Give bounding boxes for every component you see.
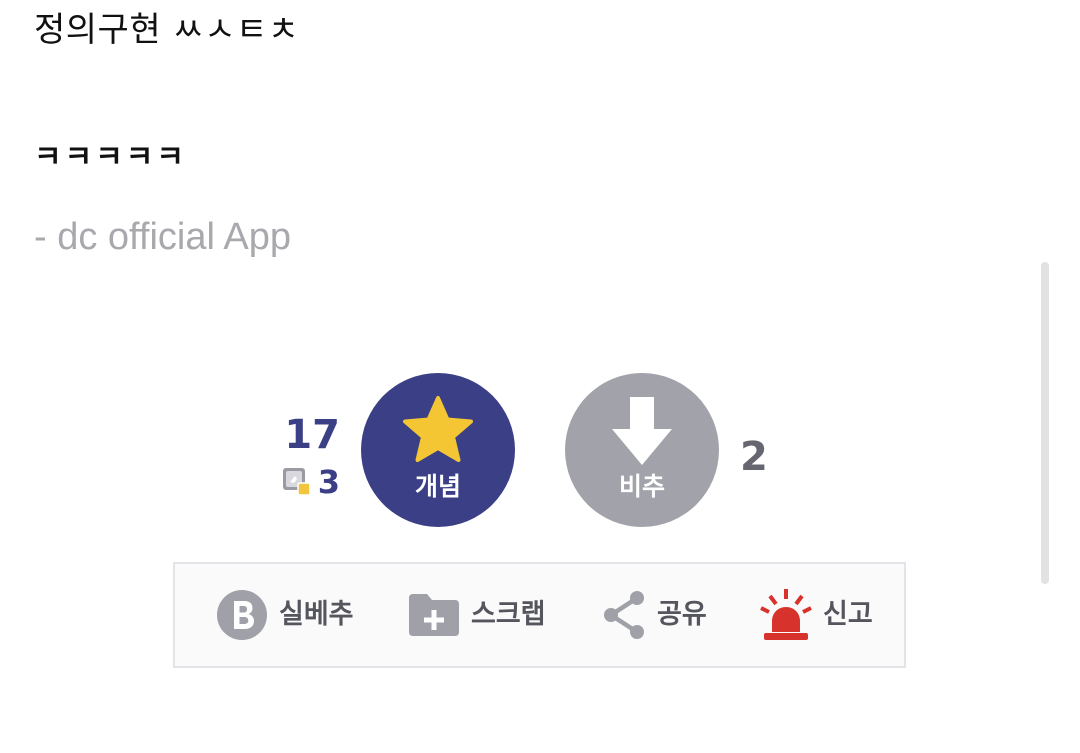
upvote-count: 17	[284, 412, 340, 458]
downvote-button[interactable]: 비추	[565, 373, 719, 527]
folder-plus-icon	[409, 594, 459, 636]
share-button[interactable]: 공유	[601, 564, 707, 666]
post-text-line-2: ㅋㅋㅋㅋㅋ	[34, 140, 187, 175]
scrollbar[interactable]	[1041, 262, 1049, 584]
fixed-upvote-block: 3	[272, 462, 340, 502]
real-best-recommend-button[interactable]: 실베추	[215, 564, 354, 666]
arrow-down-icon	[612, 397, 672, 465]
scrap-label: 스크랩	[471, 599, 546, 630]
post-text-line-1: 정의구현 ㅆㅅㅌㅊ	[34, 10, 300, 50]
report-button[interactable]: 신고	[759, 564, 873, 666]
fixed-upvote-count: 3	[317, 463, 340, 501]
siren-icon	[760, 589, 812, 640]
share-icon	[604, 591, 644, 639]
mobile-fix-icon	[282, 468, 311, 496]
downvote-label: 비추	[618, 472, 665, 501]
upvote-button[interactable]: 개념	[361, 373, 515, 527]
real-best-label: 실베추	[279, 599, 354, 630]
post-action-bar: 실베추 스크랩 공유 신고	[173, 562, 906, 668]
b-icon	[217, 590, 267, 640]
star-icon	[403, 396, 473, 462]
downvote-count: 2	[740, 434, 768, 480]
upvote-label: 개념	[414, 472, 461, 501]
report-label: 신고	[823, 599, 873, 630]
app-signature: - dc official App	[34, 216, 292, 258]
share-label: 공유	[657, 599, 707, 630]
scrap-button[interactable]: 스크랩	[407, 564, 546, 666]
